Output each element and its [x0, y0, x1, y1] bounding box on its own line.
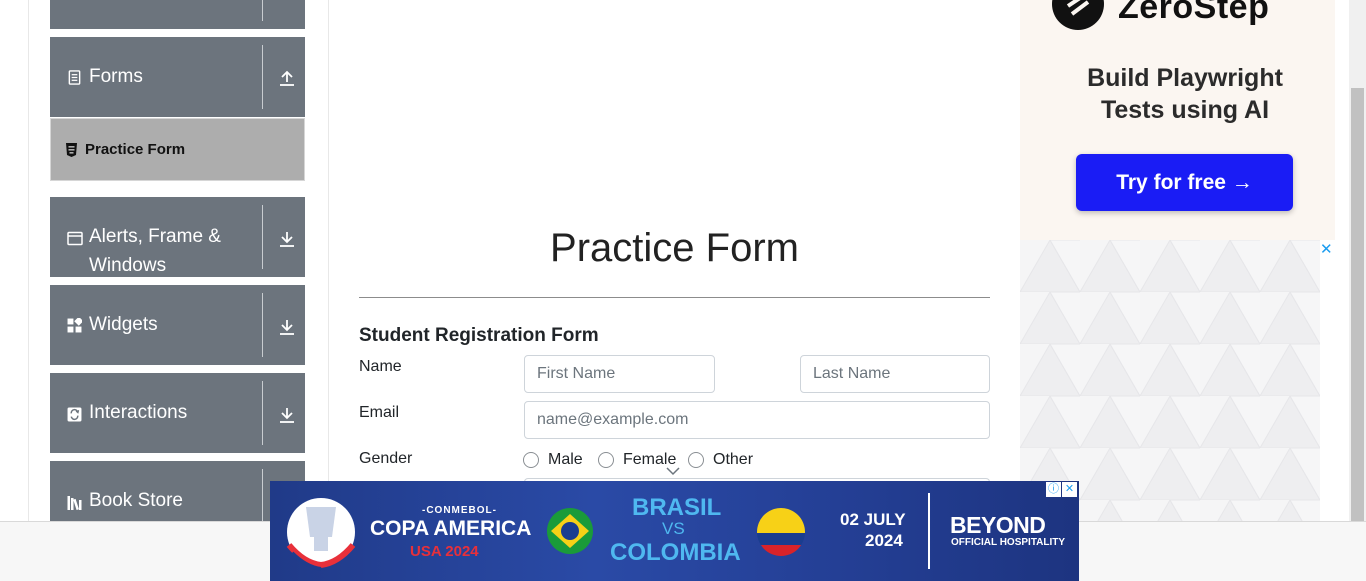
- gender-radio-other[interactable]: Other: [688, 451, 753, 469]
- team1-label: BRASIL: [632, 494, 722, 521]
- sidebar-item-practice-form[interactable]: Practice Form: [50, 118, 305, 181]
- team2-label: COLOMBIA: [610, 539, 741, 566]
- match-year-label: 2024: [865, 531, 903, 550]
- sidebar-group-label: Book Store: [89, 490, 183, 511]
- ad-brand-name: ZeroStep: [1118, 0, 1270, 26]
- page: Forms Practice Form Alerts, Frame & Wind…: [0, 0, 1366, 581]
- match-date-label: 02 JULY: [840, 510, 906, 529]
- ad-tagline-line2: Tests using AI: [1100, 96, 1270, 124]
- colombia-flag-icon: [757, 508, 805, 556]
- sponsor-label: BEYOND: [950, 512, 1046, 538]
- triangle-pattern: [1020, 240, 1320, 521]
- gender-radio-female[interactable]: Female: [598, 451, 676, 469]
- vs-label: VS: [662, 519, 685, 538]
- group-separator: [262, 205, 263, 269]
- page-title: Practice Form: [550, 226, 799, 270]
- host-label: USA 2024: [410, 543, 479, 560]
- group-separator: [262, 469, 263, 521]
- email-input[interactable]: [524, 401, 990, 439]
- radio-circle[interactable]: [688, 452, 704, 468]
- name-label: Name: [359, 358, 402, 375]
- zerostep-logo-icon: [1052, 0, 1104, 30]
- radio-circle[interactable]: [598, 452, 614, 468]
- radio-circle[interactable]: [523, 452, 539, 468]
- zerostep-ad[interactable]: ZeroStep Build Playwright Tests using AI…: [1020, 0, 1335, 240]
- conmebol-label: -CONMEBOL-: [422, 505, 497, 516]
- scrollbar-thumb[interactable]: [1351, 88, 1364, 521]
- ad-divider: [928, 493, 930, 569]
- ad-close-icon[interactable]: ✕: [1062, 482, 1077, 497]
- sidebar-group-elements[interactable]: [50, 0, 305, 29]
- expand-arrow-icon[interactable]: [278, 318, 296, 336]
- ad-tagline: Build Playwright Tests using AI: [1020, 62, 1350, 126]
- ad-info-icon[interactable]: ⓘ: [1046, 482, 1061, 497]
- first-name-input[interactable]: [524, 355, 715, 393]
- group-separator: [262, 381, 263, 445]
- brazil-flag-icon: [547, 508, 593, 554]
- sidebar-item-label: Practice Form: [85, 141, 186, 158]
- form-heading: Student Registration Form: [359, 325, 599, 346]
- window-icon: [67, 231, 83, 246]
- interactions-icon: [67, 407, 82, 422]
- sidebar-group-interactions[interactable]: Interactions: [50, 373, 305, 453]
- collapse-arrow-icon[interactable]: [278, 69, 296, 87]
- title-divider: [359, 297, 990, 298]
- sidebar-group-label: Forms: [89, 66, 143, 87]
- tournament-label: COPA AMERICA: [370, 517, 532, 540]
- last-name-input[interactable]: [800, 355, 990, 393]
- expand-arrow-icon[interactable]: [278, 230, 296, 248]
- gender-radio-male[interactable]: Male: [523, 451, 583, 469]
- expand-arrow-icon[interactable]: [278, 406, 296, 424]
- ad-close-icon[interactable]: ✕: [1320, 240, 1333, 258]
- sidebar-group-alerts[interactable]: Alerts, Frame & Windows: [50, 197, 305, 277]
- sidebar-group-widgets[interactable]: Widgets: [50, 285, 305, 365]
- sidebar-group-book-store[interactable]: Book Store: [50, 461, 305, 521]
- copa-america-ad[interactable]: -CONMEBOL- COPA AMERICA USA 2024 BRASIL …: [270, 481, 1079, 581]
- group-separator: [262, 293, 263, 357]
- left-sidebar: Forms Practice Form Alerts, Frame & Wind…: [28, 0, 329, 521]
- radio-label: Other: [713, 451, 754, 468]
- chevron-down-icon[interactable]: [666, 466, 680, 476]
- document-icon: [68, 70, 81, 85]
- gender-label: Gender: [359, 450, 413, 467]
- sidebar-group-label: Widgets: [89, 314, 158, 335]
- books-icon: [67, 496, 82, 510]
- sidebar-group-label-line2: Windows: [89, 255, 167, 276]
- widgets-icon: [67, 318, 82, 333]
- sponsor-sub-label: OFFICIAL HOSPITALITY: [951, 537, 1066, 548]
- sidebar-group-forms[interactable]: Forms: [50, 37, 305, 117]
- ad-choices: ⓘ ✕: [1046, 482, 1077, 497]
- sidebar-group-label: Alerts, Frame &: [89, 226, 221, 247]
- sidebar-group-label: Interactions: [89, 402, 188, 423]
- group-separator: [262, 45, 263, 109]
- trophy-logo-icon: [286, 498, 356, 571]
- email-label: Email: [359, 404, 400, 421]
- ad-tagline-line1: Build Playwright: [1087, 64, 1283, 92]
- group-separator: [262, 0, 263, 21]
- try-for-free-button[interactable]: Try for free →: [1076, 154, 1293, 211]
- html5-icon: [66, 143, 77, 157]
- ad-background-pattern: [1020, 240, 1320, 521]
- radio-label: Male: [548, 451, 583, 468]
